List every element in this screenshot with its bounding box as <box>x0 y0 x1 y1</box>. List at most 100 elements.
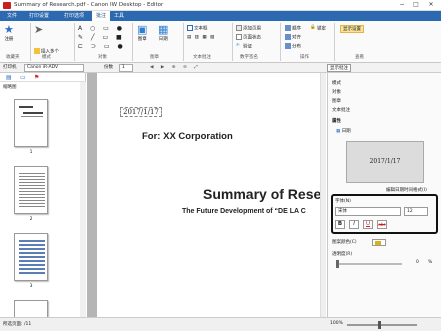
menu-file[interactable]: 文件 <box>3 11 21 21</box>
opacity-label: 透明度(R) <box>332 252 353 257</box>
copies-input[interactable]: 1 <box>119 64 133 72</box>
bookmark-tab-icon[interactable]: ⚑ <box>34 74 39 81</box>
ribbon: ★ 注册 ➤ 插入多个 A ○ ▭ ● ✎ ╱ ▭ ■ ⊏ ⊃ ▭ ● ▣ 图章… <box>0 21 441 63</box>
copies-label: 份数 <box>104 65 113 70</box>
font-family-select[interactable]: 宋体 <box>335 207 401 216</box>
section-mode[interactable]: 模式 <box>332 80 341 86</box>
color-swatch-icon <box>375 241 381 245</box>
section-text-annot[interactable]: 文本批注 <box>332 107 350 113</box>
opacity-slider-track[interactable] <box>336 263 402 265</box>
group-label-signature: 数字签名 <box>240 55 258 60</box>
lock-button[interactable]: 🔒锁定 <box>310 25 326 32</box>
page-thumbnail-label: 2 <box>29 217 33 222</box>
page-thumbnail-2[interactable] <box>14 166 48 214</box>
textbox-icon <box>187 25 193 31</box>
display-annot-toggle[interactable]: 显示批注 <box>327 64 351 72</box>
menu-tools[interactable]: 工具 <box>110 11 128 21</box>
align-icon <box>285 34 291 40</box>
page-number-button[interactable]: 页面状态 <box>236 34 261 41</box>
calendar-icon: ▦ <box>158 23 169 36</box>
validate-button[interactable]: ✍ 验证 <box>236 43 252 50</box>
underline-button[interactable]: U <box>363 220 373 229</box>
distribute-icon <box>285 43 291 49</box>
order-button[interactable]: 顺序 <box>285 25 301 32</box>
order-icon <box>285 25 291 31</box>
document-heading: Summary of Rese <box>203 186 320 202</box>
shape-tools-row3[interactable]: ⊏ ⊃ ▭ ● <box>78 43 126 50</box>
document-view[interactable]: 2017/1/17 For: XX Corporation Summary of… <box>87 73 320 317</box>
comment-tab-icon[interactable]: ▭ <box>20 74 26 81</box>
apply-button[interactable]: ➤ <box>34 24 43 36</box>
menu-print-settings[interactable]: 打印设置 <box>25 11 53 21</box>
props-title: 属性 <box>332 119 341 124</box>
group-label-stamp: 图章 <box>150 55 159 60</box>
lock-icon: 🔒 <box>310 25 316 30</box>
edit-date-format-link[interactable]: 编辑日期时间格式(I) <box>386 187 427 193</box>
bold-button[interactable]: B <box>335 220 345 229</box>
preview-date-text: 2017/1/17 <box>369 158 401 165</box>
maximize-button[interactable]: □ <box>410 1 422 9</box>
section-object[interactable]: 对象 <box>332 89 341 95</box>
shape-tools-row2[interactable]: ✎ ╱ ▭ ■ <box>78 34 125 41</box>
zoom-slider[interactable] <box>347 324 417 326</box>
menu-annotation[interactable]: 批注 <box>92 11 111 21</box>
group-label-view: 查看 <box>355 55 364 60</box>
insert-icon <box>34 48 40 54</box>
pen-icon: ✍ <box>236 43 240 48</box>
register-button[interactable]: ★ 注册 <box>4 23 14 43</box>
window-title: Summary of Research.pdf - Canon IW Deskt… <box>14 2 164 8</box>
header-icon <box>236 25 242 31</box>
thumbnail-panel: ▤ ▭ ⚑ 缩略图 1 2 3 <box>0 73 86 317</box>
zoom-level[interactable]: 100% <box>330 321 343 326</box>
minimize-button[interactable]: − <box>396 1 408 9</box>
shape-tools-row1[interactable]: A ○ ▭ ● <box>78 25 125 32</box>
printer-select[interactable]: Canon iR-ADV <box>24 64 84 72</box>
thumbnail-title: 缩略图 <box>3 85 17 90</box>
group-label-favorites: 收藏夹 <box>6 55 20 60</box>
stamp-button[interactable]: ▣ 图章 <box>137 23 148 43</box>
cursor-icon: ➤ <box>34 23 44 36</box>
menu-print-options[interactable]: 打印选项 <box>60 11 88 21</box>
page-nav-icons[interactable]: ◀ ▶ ⊕ ⊖ ⤢ <box>150 64 201 72</box>
distribute-button[interactable]: 分布 <box>285 43 301 50</box>
align-button[interactable]: 对齐 <box>285 34 301 41</box>
panel-tabs: ▤ ▭ ⚑ <box>0 73 86 82</box>
stamp-icon: ▣ <box>137 23 148 36</box>
group-label-operation: 操作 <box>300 55 309 60</box>
zoom-slider-handle[interactable] <box>378 321 381 329</box>
doc-heading-button[interactable]: 添加页眉 <box>236 25 261 32</box>
document-scrollbar[interactable] <box>320 73 326 317</box>
status-bar: 所选页面: /11 100% <box>0 317 441 331</box>
show-annot-toggle[interactable]: 显示设置 <box>340 25 364 33</box>
opacity-value[interactable]: 0 <box>416 260 419 265</box>
thumbnail-tab-icon[interactable]: ▤ <box>6 74 12 81</box>
text-box-button[interactable]: 文本框 <box>187 25 208 32</box>
color-picker[interactable] <box>372 239 386 246</box>
font-size-select[interactable]: 12 <box>404 207 428 216</box>
color-label: 图案颜色(C) <box>332 240 357 245</box>
text-style-buttons[interactable]: ▤ ▥ ▦ ▧ <box>187 35 215 40</box>
page-thumbnail-4[interactable] <box>14 300 48 317</box>
group-label-object: 对象 <box>98 55 107 60</box>
page-thumbnail-label: 1 <box>29 150 33 155</box>
status-selection: 所选页面: /11 <box>3 322 32 327</box>
strikethrough-button[interactable]: abc <box>377 220 387 229</box>
star-icon: ★ <box>4 23 14 36</box>
thumbnail-scrollbar[interactable] <box>80 82 86 317</box>
opacity-slider-handle[interactable] <box>336 260 339 268</box>
document-page: 2017/1/17 For: XX Corporation Summary of… <box>97 73 320 317</box>
date-annotation[interactable]: 2017/1/17 <box>120 107 162 117</box>
page-thumbnail-1[interactable] <box>14 99 48 147</box>
italic-button[interactable]: I <box>349 220 359 229</box>
close-button[interactable]: ✕ <box>425 1 437 9</box>
page-thumbnail-3[interactable] <box>14 233 48 281</box>
date-button[interactable]: ▦ 日期 <box>158 23 169 43</box>
group-label-text-annot: 文本批注 <box>193 55 211 60</box>
secondary-toolbar: 打印机 Canon iR-ADV 份数 1 ◀ ▶ ⊕ ⊖ ⤢ 显示批注 <box>0 63 441 73</box>
recipient-line: For: XX Corporation <box>142 131 233 142</box>
document-subheading: The Future Development of “DE LA C <box>182 208 306 215</box>
menu-bar: 文件 打印设置 打印选项 批注 工具 <box>0 11 441 21</box>
group-label-mode: 模式 <box>42 55 51 60</box>
section-stamp[interactable]: 图章 <box>332 98 341 104</box>
title-bar: Summary of Research.pdf - Canon IW Deskt… <box>0 0 441 11</box>
